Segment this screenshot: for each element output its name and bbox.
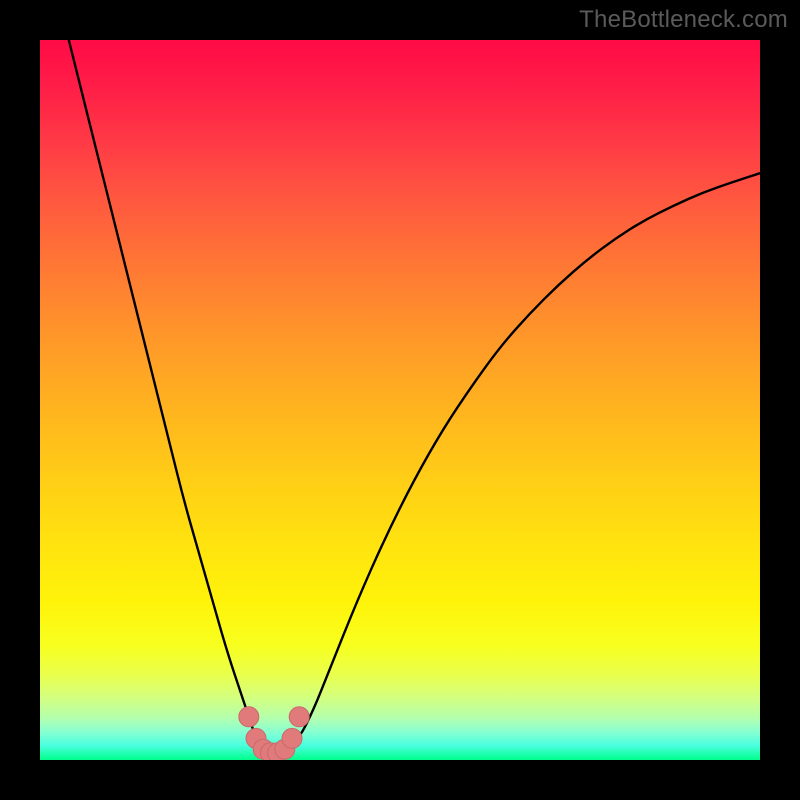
- marker-group: [239, 707, 309, 760]
- chart-svg: [40, 40, 760, 760]
- watermark-text: TheBottleneck.com: [579, 6, 788, 34]
- data-marker: [239, 707, 259, 727]
- data-marker: [289, 707, 309, 727]
- chart-frame: TheBottleneck.com: [0, 0, 800, 800]
- bottleneck-curve: [69, 40, 760, 753]
- plot-area: [40, 40, 760, 760]
- data-marker: [282, 728, 302, 748]
